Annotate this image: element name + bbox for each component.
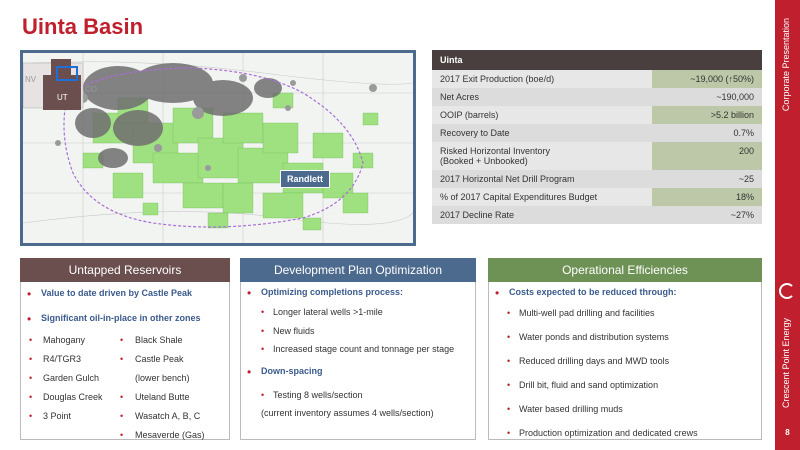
row-value: 200: [652, 142, 762, 170]
uinta-basin-map: NV UT CO Randlett: [20, 50, 416, 246]
list-item: Water based drilling muds: [519, 404, 623, 414]
list-item: Multi-well pad drilling and facilities: [519, 308, 655, 318]
list-item: Reduced drilling days and MWD tools: [519, 356, 670, 366]
bullet-icon: •: [261, 344, 265, 354]
bullet-icon: •: [29, 335, 33, 345]
list-item: Increased stage count and tonnage per st…: [273, 344, 455, 354]
operational-efficiencies-panel: Operational Efficiencies • Costs expecte…: [488, 258, 762, 440]
bullet-icon: •: [120, 392, 124, 402]
bullet-icon: •: [247, 365, 252, 379]
table-row: Risked Horizontal Inventory (Booked + Unb…: [432, 142, 762, 170]
table-row: OOIP (barrels) >5.2 billion: [432, 106, 762, 124]
list-item: Garden Gulch: [43, 373, 100, 383]
development-heading-1: Optimizing completions process:: [261, 287, 404, 297]
row-label: 2017 Exit Production (boe/d): [440, 74, 555, 84]
list-item: Douglas Creek: [43, 392, 103, 402]
untapped-reservoirs-panel: Untapped Reservoirs • Value to date driv…: [20, 258, 230, 440]
bullet-icon: •: [507, 308, 511, 318]
row-label: Net Acres: [440, 92, 480, 102]
row-label: 2017 Horizontal Net Drill Program: [440, 174, 575, 184]
bullet-icon: •: [27, 312, 32, 326]
slide-title: Uinta Basin: [22, 14, 144, 39]
row-value: 18%: [652, 188, 762, 206]
list-item: Production optimization and dedicated cr…: [519, 428, 698, 438]
bullet-icon: •: [120, 354, 124, 364]
panel-title: Operational Efficiencies: [488, 258, 762, 282]
list-item: Wasatch A, B, C: [135, 411, 201, 421]
row-label: Recovery to Date: [440, 128, 510, 138]
bullet-icon: •: [27, 287, 32, 301]
panel-title: Development Plan Optimization: [240, 258, 476, 282]
bullet-icon: •: [507, 332, 511, 342]
state-label-nv: NV: [25, 75, 37, 84]
page-number: 8: [785, 428, 790, 437]
table-row: Net Acres ~190,000: [432, 88, 762, 106]
list-item: (lower bench): [135, 373, 190, 383]
table-row: % of 2017 Capital Expenditures Budget 18%: [432, 188, 762, 206]
bullet-icon: •: [507, 404, 511, 414]
bullet-icon: •: [261, 307, 265, 317]
panel-title: Untapped Reservoirs: [20, 258, 230, 282]
table-row: 2017 Exit Production (boe/d) ~19,000 (↑50…: [432, 70, 762, 88]
list-item: Mahogany: [43, 335, 86, 345]
untapped-bullet-1: Value to date driven by Castle Peak: [41, 288, 193, 298]
list-item: Castle Peak: [135, 354, 184, 364]
list-item: R4/TGR3: [43, 354, 82, 364]
row-value: ~27%: [730, 210, 754, 220]
company-name: Crescent Point Energy: [781, 318, 791, 409]
table-row: 2017 Horizontal Net Drill Program ~25: [432, 170, 762, 188]
row-label: 2017 Decline Rate: [440, 210, 515, 220]
bullet-icon: •: [507, 380, 511, 390]
table-row: Recovery to Date 0.7%: [432, 124, 762, 142]
uinta-stats-table: Uinta 2017 Exit Production (boe/d) ~19,00…: [432, 50, 762, 224]
bullet-icon: •: [29, 411, 33, 421]
bullet-icon: •: [29, 373, 33, 383]
list-item: Mesaverde (Gas): [135, 430, 205, 440]
row-label: % of 2017 Capital Expenditures Budget: [440, 192, 598, 202]
table-row: 2017 Decline Rate ~27%: [432, 206, 762, 224]
list-item: 3 Point: [43, 411, 72, 421]
row-value: >5.2 billion: [652, 106, 762, 124]
list-item: Drill bit, fluid and sand optimization: [519, 380, 659, 390]
bullet-icon: •: [120, 430, 124, 440]
list-item: New fluids: [273, 326, 315, 336]
row-value: ~25: [738, 174, 754, 184]
state-label-ut: UT: [57, 93, 68, 102]
operational-heading: Costs expected to be reduced through:: [509, 287, 677, 297]
table-header: Uinta: [440, 55, 463, 65]
side-band: Corporate Presentation Crescent Point En…: [775, 0, 800, 450]
acreage-map-graphic: [23, 53, 413, 243]
bullet-icon: •: [247, 286, 252, 300]
list-item: Black Shale: [135, 335, 183, 345]
row-label: Risked Horizontal Inventory (Booked + Unb…: [440, 146, 551, 166]
list-item: Longer lateral wells >1-mile: [273, 307, 383, 317]
table-header-row: Uinta: [432, 50, 762, 70]
row-label: OOIP (barrels): [440, 110, 499, 120]
bullet-icon: •: [261, 326, 265, 336]
bullet-icon: •: [261, 390, 265, 400]
bullet-icon: •: [120, 335, 124, 345]
list-item: Testing 8 wells/section: [273, 390, 363, 400]
bullet-icon: •: [29, 392, 33, 402]
row-value: 0.7%: [733, 128, 754, 138]
bullet-icon: •: [495, 286, 500, 300]
randlett-callout: Randlett: [280, 170, 330, 188]
state-label-co: CO: [85, 85, 97, 94]
bullet-icon: •: [507, 356, 511, 366]
development-heading-2: Down-spacing: [261, 366, 323, 376]
list-item: Water ponds and distribution systems: [519, 332, 669, 342]
development-note: (current inventory assumes 4 wells/secti…: [261, 408, 434, 418]
row-value: ~19,000 (↑50%): [652, 70, 762, 88]
row-value: ~190,000: [716, 92, 754, 102]
bullet-icon: •: [29, 354, 33, 364]
bullet-icon: •: [507, 428, 511, 438]
list-item: Uteland Butte: [135, 392, 190, 402]
development-plan-panel: Development Plan Optimization • Optimizi…: [240, 258, 476, 440]
untapped-bullet-2: Significant oil-in-place in other zones: [41, 313, 201, 323]
company-logo-icon: [779, 283, 795, 299]
bullet-icon: •: [120, 411, 124, 421]
presentation-label: Corporate Presentation: [781, 18, 791, 112]
